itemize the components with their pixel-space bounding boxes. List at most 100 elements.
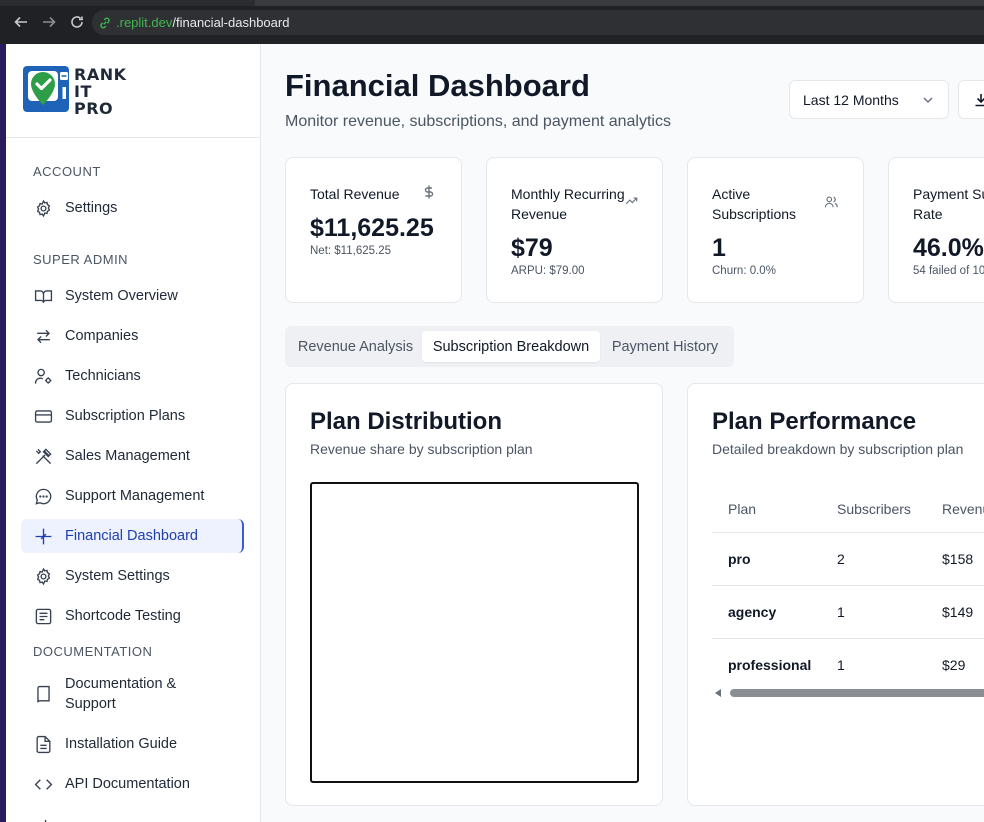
sidebar-item-label: Settings	[65, 200, 118, 216]
stat-subtext: ARPU: $79.00	[511, 265, 585, 277]
sidebar-item-shortcode-testing[interactable]: Shortcode Testing	[21, 599, 244, 633]
tab-strip	[0, 0, 984, 6]
logo-icon	[23, 66, 69, 112]
plan-distribution-chart-area	[310, 482, 639, 783]
sidebar-item-system-settings[interactable]: System Settings	[21, 559, 244, 593]
sidebar-item-troubleshooting-partial[interactable]	[21, 807, 244, 822]
section-label-account: ACCOUNT	[33, 164, 101, 179]
stat-title: Payment Su­ccess Rate	[913, 186, 984, 222]
sidebar-item-support-management[interactable]: Support Management	[21, 479, 244, 513]
sidebar-item-label: API Documentation	[65, 776, 190, 792]
table-row: agency 1 $149	[712, 585, 984, 639]
users-icon	[824, 196, 838, 208]
subscribers-cell: 2	[821, 532, 926, 586]
file-text-icon	[33, 734, 53, 754]
sidebar-item-label: Documentation & Support	[65, 676, 177, 712]
column-header-revenue: Revenu	[926, 487, 984, 533]
table-row: professional 1 $29	[712, 638, 984, 691]
stat-value: 46.0%	[913, 234, 984, 262]
sidebar-item-api-documentation[interactable]: API Documentation	[21, 767, 244, 801]
plan-cell: agency	[712, 585, 821, 639]
browser-toolbar: .replit.dev /financial-dashboard	[0, 0, 984, 44]
sidebar-item-label: Support Management	[65, 488, 205, 504]
horizontal-scrollbar[interactable]	[712, 687, 984, 699]
tab-revenue-analysis[interactable]: Revenue Analysis	[291, 331, 420, 362]
sparkle-icon	[33, 526, 53, 546]
page-subtitle: Monitor revenue, subscriptions, and paym…	[285, 113, 671, 130]
code-brackets-icon	[33, 774, 53, 794]
credit-card-icon	[33, 406, 53, 426]
book-icon	[33, 684, 53, 704]
section-label-documentation: DOCUMENTATION	[33, 644, 153, 659]
main-content: Financial Dashboard Monitor revenue, sub…	[261, 44, 984, 822]
sidebar-item-label: Shortcode Testing	[65, 608, 181, 624]
plan-cell: pro	[712, 532, 821, 586]
document-lines-icon	[33, 606, 53, 626]
scrollbar-thumb[interactable]	[730, 689, 984, 697]
subscribers-cell: 1	[821, 585, 926, 639]
sidebar-item-label: Sales Management	[65, 448, 190, 464]
plan-performance-table: Plan Subscribers Revenu pro 2 $158 agenc…	[712, 487, 984, 691]
plan-distribution-title: Plan Distribution	[310, 408, 502, 435]
stat-card-total-revenue: Total Revenue $11,625.25 Net: $11,625.25	[285, 157, 462, 303]
crossed-tools-icon	[33, 446, 53, 466]
stat-subtext: Net: $11,625.25	[310, 245, 391, 257]
back-arrow-icon[interactable]	[11, 12, 31, 32]
stat-title: Monthly Recurring Revenue	[511, 186, 625, 222]
plan-performance-card: Plan Performance Detailed breakdown by s…	[687, 383, 984, 806]
sidebar-item-label: System Overview	[65, 288, 178, 304]
sidebar-item-label: Installation Guide	[65, 736, 178, 752]
tab-list: Revenue Analysis Subscription Breakdown …	[285, 326, 734, 367]
plan-distribution-card: Plan Distribution Revenue share by subsc…	[285, 383, 663, 806]
sidebar-item-installation-guide[interactable]: Installation Guide	[21, 727, 244, 761]
revenue-cell: $158	[926, 532, 984, 586]
scroll-left-arrow-icon[interactable]	[715, 689, 721, 697]
book-open-icon	[33, 286, 53, 306]
sidebar-item-sales-management[interactable]: Sales Management	[21, 439, 244, 473]
url-host: .replit.dev	[116, 15, 173, 30]
stat-value: $11,625.25	[310, 214, 434, 242]
plan-cell: professional	[728, 656, 812, 673]
stat-value: $79	[511, 234, 553, 262]
wrench-icon	[33, 814, 53, 822]
url-path: /financial-dashboard	[172, 15, 290, 30]
sidebar-item-label: Technicians	[65, 368, 141, 384]
tab-payment-history[interactable]: Payment History	[602, 331, 728, 362]
stat-title: Active Subscriptions	[712, 186, 797, 222]
stat-value: 1	[712, 234, 726, 262]
revenue-cell: $149	[926, 585, 984, 639]
sidebar-item-label: Subscription Plans	[65, 408, 186, 424]
stat-card-mrr: Monthly Recurring Revenue $79 ARPU: $79.…	[486, 157, 663, 303]
sidebar-item-label: System Settings	[65, 568, 170, 584]
export-button[interactable]	[958, 80, 984, 119]
stat-subtext: 54 failed of 10	[913, 265, 984, 277]
sidebar-item-technicians[interactable]: Technicians	[21, 359, 244, 393]
sidebar-item-settings[interactable]: Settings	[21, 191, 244, 225]
sidebar-item-subscription-plans[interactable]: Subscription Plans	[21, 399, 244, 433]
stat-title: Total Revenue	[310, 186, 400, 202]
forward-arrow-icon[interactable]	[39, 12, 59, 32]
sidebar-item-system-overview[interactable]: System Overview	[21, 279, 244, 313]
table-header-row: Plan Subscribers Revenu	[712, 487, 984, 533]
link-icon	[98, 15, 114, 31]
period-select-value: Last 12 Months	[803, 91, 899, 108]
tab-subscription-breakdown[interactable]: Subscription Breakdown	[422, 331, 600, 362]
chevron-down-icon	[923, 97, 933, 104]
chat-bubble-icon	[33, 486, 53, 506]
sidebar: RANK IT PRO ACCOUNT Settings SUPER ADMIN…	[6, 44, 261, 822]
sidebar-item-label: Financial Dashboard	[65, 528, 198, 544]
stat-subtext: Churn: 0.0%	[712, 265, 776, 277]
trending-up-icon	[625, 197, 638, 205]
sidebar-item-documentation-support[interactable]: Documentation & Support	[21, 670, 244, 718]
period-select[interactable]: Last 12 Months	[789, 80, 949, 119]
revenue-cell: $29	[942, 656, 966, 673]
sidebar-item-financial-dashboard[interactable]: Financial Dashboard	[21, 519, 244, 553]
address-bar[interactable]: .replit.dev /financial-dashboard	[92, 10, 984, 35]
reload-icon[interactable]	[67, 12, 87, 32]
brand-logo[interactable]: RANK IT PRO	[6, 44, 260, 138]
section-label-super-admin: SUPER ADMIN	[33, 252, 129, 267]
gear-icon	[33, 198, 53, 218]
plan-distribution-description: Revenue share by subscription plan	[310, 441, 533, 457]
plan-performance-title: Plan Performance	[712, 408, 917, 435]
sidebar-item-companies[interactable]: Companies	[21, 319, 244, 353]
